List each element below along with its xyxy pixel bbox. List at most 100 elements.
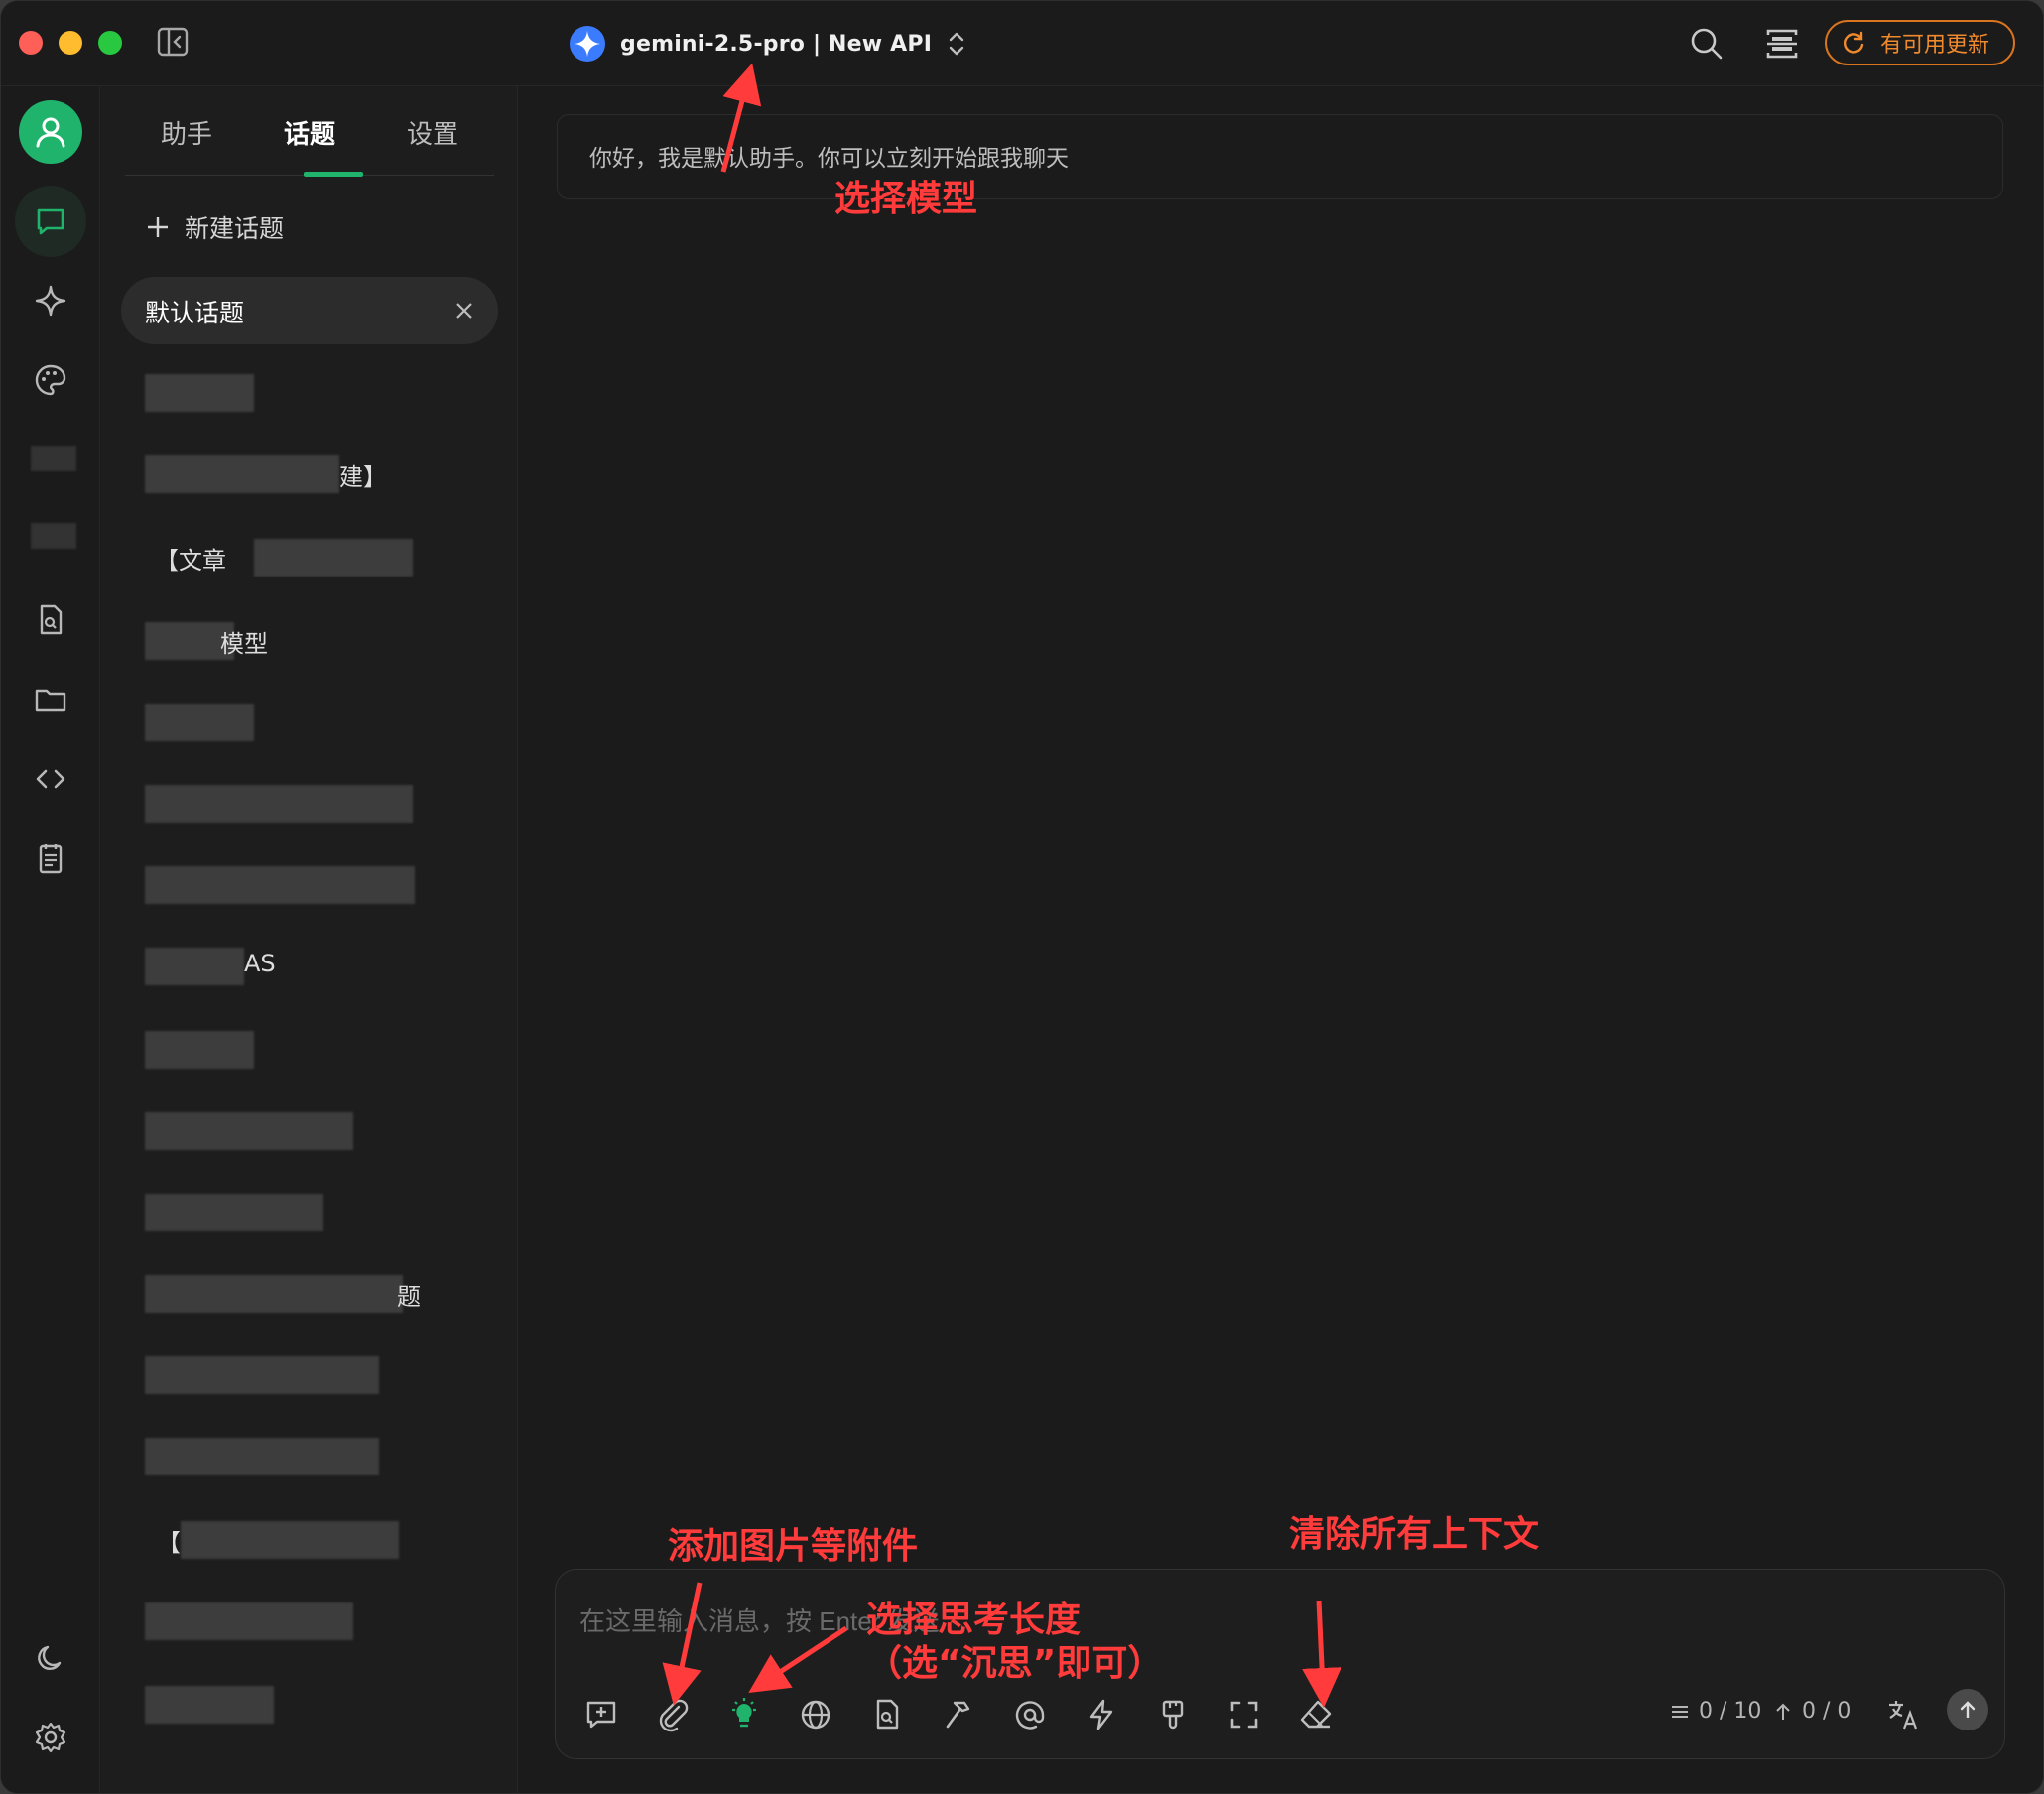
palette-icon[interactable] <box>27 356 74 404</box>
list-item[interactable]: 【 <box>145 1521 399 1559</box>
list-item[interactable] <box>145 1356 379 1394</box>
document-search-icon[interactable] <box>27 596 74 644</box>
panel-tabs: 助手 话题 设置 <box>125 86 494 177</box>
list-item[interactable]: AS <box>145 948 294 985</box>
moon-icon[interactable] <box>27 1634 74 1682</box>
new-topic-label: 新建话题 <box>185 214 285 243</box>
tab-assistant[interactable]: 助手 <box>161 114 212 151</box>
topic-fragment: 【文章 <box>155 547 226 575</box>
globe-icon[interactable] <box>792 1691 839 1738</box>
redacted-text <box>145 1112 353 1150</box>
new-topic-button[interactable]: 新建话题 <box>145 207 284 247</box>
titlebar: gemini-2.5-pro | New API 有可用更新 <box>1 1 2043 86</box>
context-count: 0 / 10 <box>1699 1699 1762 1724</box>
chevron-up-down-icon <box>946 29 967 59</box>
sparkle-icon[interactable] <box>27 277 74 324</box>
topic-fragment: 建】 <box>339 463 387 491</box>
active-tab-indicator <box>304 172 363 177</box>
redacted-text <box>145 374 254 412</box>
gemini-logo-icon <box>569 25 606 63</box>
redacted-text <box>145 785 413 823</box>
close-window-button[interactable] <box>19 31 43 55</box>
knowledge-base-icon[interactable] <box>863 1691 911 1738</box>
token-counter: 0 / 0 <box>1772 1699 1851 1724</box>
list-item[interactable] <box>145 374 254 412</box>
fullscreen-icon[interactable] <box>1220 1691 1268 1738</box>
user-icon <box>36 117 65 148</box>
model-name: gemini-2.5-pro | New API <box>620 31 933 57</box>
list-icon <box>1672 1705 1688 1718</box>
model-selector[interactable]: gemini-2.5-pro | New API <box>569 21 967 66</box>
brush-icon[interactable] <box>1149 1691 1197 1738</box>
update-label: 有可用更新 <box>1880 33 1990 58</box>
at-mention-icon[interactable] <box>1006 1691 1054 1738</box>
update-available-button[interactable]: 有可用更新 <box>1825 20 2015 65</box>
redacted-text <box>181 1521 399 1559</box>
search-icon[interactable] <box>1688 25 1725 63</box>
redacted-text <box>145 1031 254 1069</box>
list-item[interactable] <box>145 866 415 904</box>
list-item[interactable] <box>145 1602 353 1640</box>
redacted-text <box>145 1438 379 1475</box>
list-item[interactable]: 建】 <box>145 455 387 493</box>
refresh-icon <box>1843 31 1864 54</box>
icon-rail <box>1 86 100 1793</box>
gear-icon[interactable] <box>27 1714 74 1761</box>
lightbulb-icon[interactable] <box>720 1691 768 1738</box>
zoom-window-button[interactable] <box>98 31 122 55</box>
topic-item-default[interactable]: 默认话题 <box>121 277 498 344</box>
layout-icon[interactable] <box>1763 25 1801 63</box>
folder-icon[interactable] <box>27 676 74 723</box>
topic-fragment: AS <box>244 950 276 977</box>
plus-icon <box>148 217 168 237</box>
redacted-text <box>145 1686 274 1724</box>
list-item[interactable] <box>145 1194 353 1231</box>
token-count: 0 / 0 <box>1802 1699 1852 1724</box>
tab-topics[interactable]: 话题 <box>284 114 335 151</box>
blurred-rail-item <box>31 446 76 471</box>
list-item[interactable] <box>145 1031 254 1069</box>
annotation-thinking-line2: （选“沉思”即可） <box>866 1643 1164 1684</box>
new-topic-icon[interactable] <box>577 1691 625 1738</box>
list-item[interactable] <box>145 785 413 823</box>
redacted-text <box>145 1356 379 1394</box>
minimize-window-button[interactable] <box>59 31 82 55</box>
annotation-select-model: 选择模型 <box>834 179 978 219</box>
close-icon[interactable] <box>452 299 476 322</box>
paperclip-icon[interactable] <box>649 1691 697 1738</box>
list-item[interactable] <box>145 1686 274 1724</box>
tab-settings[interactable]: 设置 <box>407 114 458 151</box>
topic-fragment: 模型 <box>220 630 268 658</box>
sidebar-toggle-icon[interactable] <box>156 25 190 59</box>
translate-icon[interactable] <box>1879 1691 1927 1738</box>
hammer-icon[interactable] <box>935 1691 982 1738</box>
arrow-up-icon <box>1776 1703 1790 1720</box>
list-item[interactable]: 题 <box>145 1275 433 1313</box>
redacted-text <box>145 1194 323 1231</box>
redacted-text <box>145 1602 353 1640</box>
user-avatar[interactable] <box>19 100 82 164</box>
app-window: gemini-2.5-pro | New API 有可用更新 助手 话题 设置 … <box>0 0 2044 1794</box>
annotation-add-attachment: 添加图片等附件 <box>668 1526 919 1567</box>
topic-fragment: 【 <box>157 1529 181 1557</box>
topic-fragment: 题 <box>397 1283 421 1311</box>
code-icon[interactable] <box>27 755 74 803</box>
topics-panel: 助手 话题 设置 新建话题 默认话题 建】 【文章 模型 AS 题 【 <box>101 86 518 1793</box>
assistant-greeting-message: 你好，我是默认助手。你可以立刻开始跟我聊天 <box>557 114 2003 199</box>
context-counter: 0 / 10 <box>1669 1699 1761 1724</box>
send-button[interactable] <box>1947 1689 1988 1730</box>
lightning-icon[interactable] <box>1078 1691 1125 1738</box>
blurred-rail-item <box>31 523 76 549</box>
list-item[interactable]: 模型 <box>145 622 274 660</box>
eraser-icon[interactable] <box>1292 1691 1340 1738</box>
arrow-up-icon <box>1960 1701 1976 1718</box>
list-item[interactable] <box>145 1112 353 1150</box>
list-item[interactable] <box>145 704 254 741</box>
list-item[interactable] <box>145 1438 379 1475</box>
redacted-text <box>145 704 254 741</box>
notes-icon[interactable] <box>27 834 74 882</box>
redacted-text <box>145 1275 403 1313</box>
chat-icon[interactable] <box>27 197 74 245</box>
topic-label: 默认话题 <box>145 299 245 327</box>
list-item[interactable]: 【文章 <box>145 539 413 577</box>
